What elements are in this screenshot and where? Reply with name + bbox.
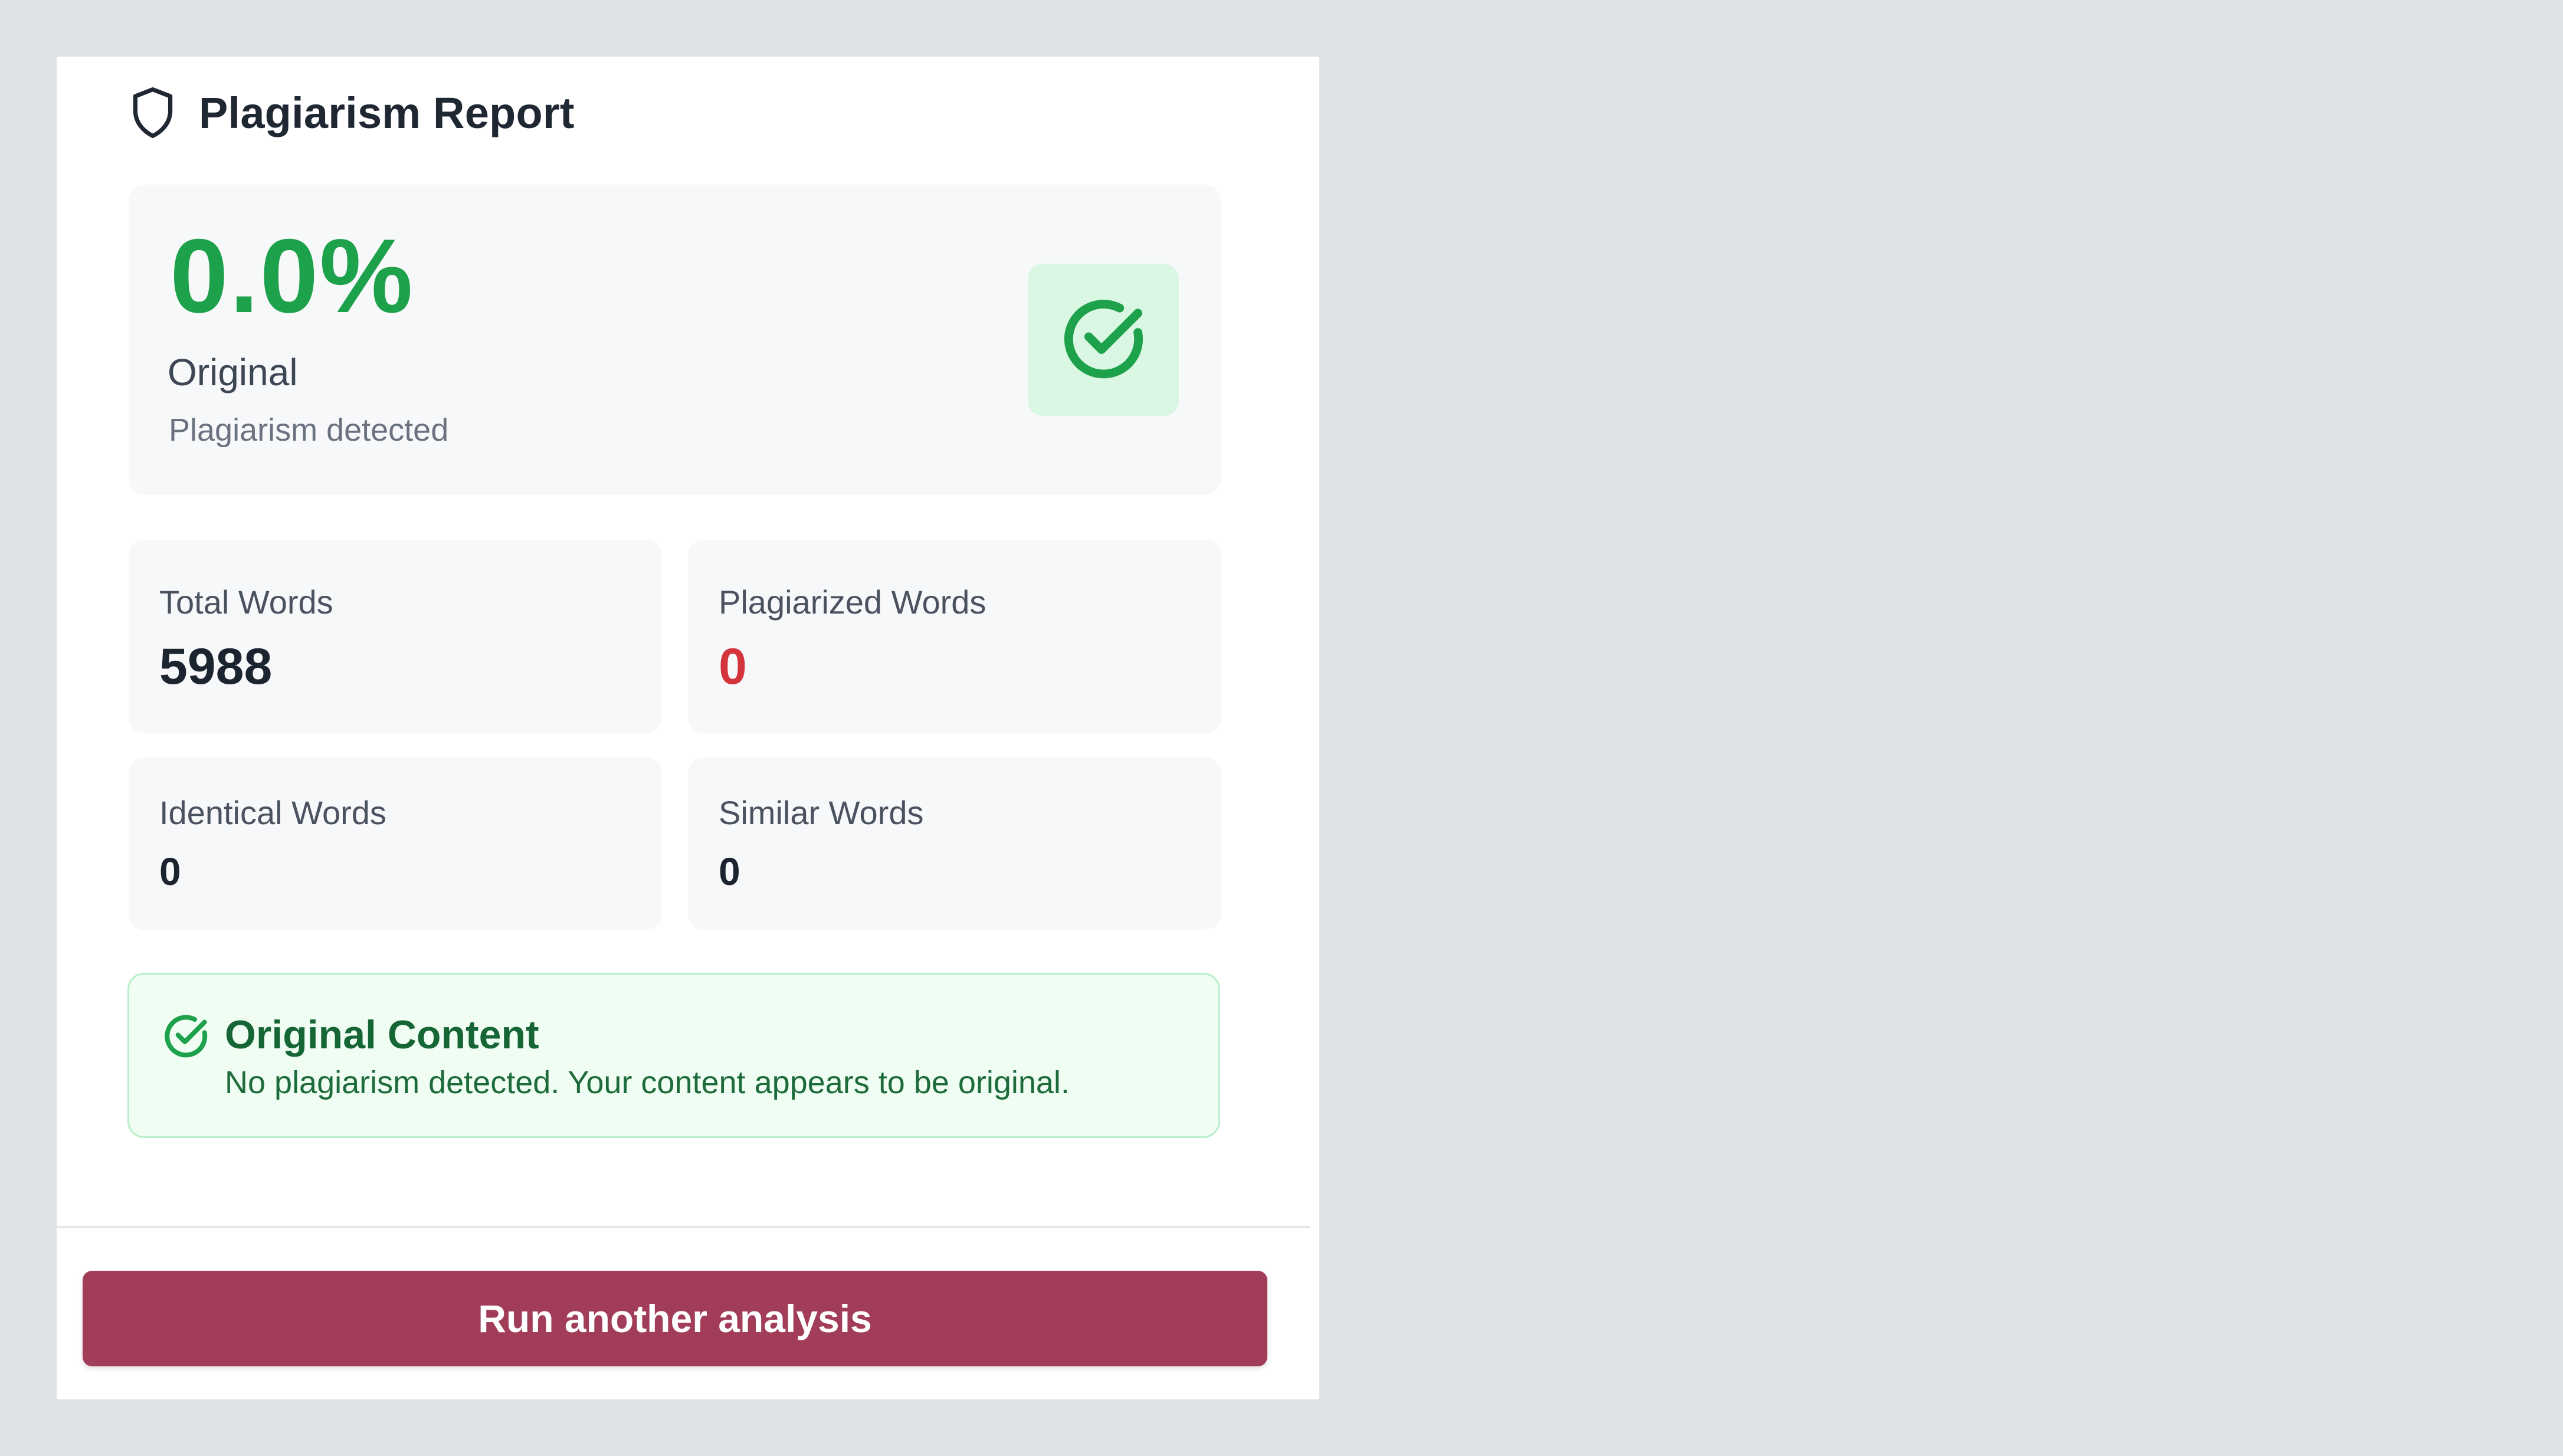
stat-value: 5988 <box>159 638 273 695</box>
stat-label: Total Words <box>159 583 333 621</box>
plagiarism-percentage: 0.0% <box>170 217 414 335</box>
run-another-analysis-button[interactable]: Run another analysis <box>83 1271 1267 1366</box>
divider <box>57 1226 1310 1228</box>
score-badge <box>1028 264 1179 416</box>
score-sublabel: Plagiarism detected <box>169 412 449 448</box>
shield-icon <box>129 84 176 141</box>
notice-title: Original Content <box>225 1012 539 1057</box>
stat-label: Similar Words <box>719 794 924 831</box>
page-title: Plagiarism Report <box>199 88 575 137</box>
stat-value: 0 <box>719 638 747 695</box>
stat-label: Identical Words <box>159 794 386 831</box>
score-label: Original <box>168 351 298 393</box>
stat-identical-words: Identical Words 0 <box>129 757 662 930</box>
stat-value: 0 <box>159 850 181 893</box>
stat-total-words: Total Words 5988 <box>129 540 662 733</box>
stat-label: Plagiarized Words <box>719 583 986 621</box>
check-circle-icon <box>162 1012 209 1060</box>
stat-plagiarized-words: Plagiarized Words 0 <box>688 540 1221 733</box>
stat-value: 0 <box>719 850 740 893</box>
report-header: Plagiarism Report <box>129 80 575 145</box>
plagiarism-report-panel: Plagiarism Report 0.0% Original Plagiari… <box>57 57 1319 1399</box>
notice-text: No plagiarism detected. Your content app… <box>225 1065 1070 1100</box>
check-circle-icon <box>1060 295 1147 385</box>
original-content-notice: Original Content No plagiarism detected.… <box>127 973 1220 1138</box>
stat-similar-words: Similar Words 0 <box>688 757 1221 930</box>
score-card: 0.0% Original Plagiarism detected <box>129 185 1221 495</box>
